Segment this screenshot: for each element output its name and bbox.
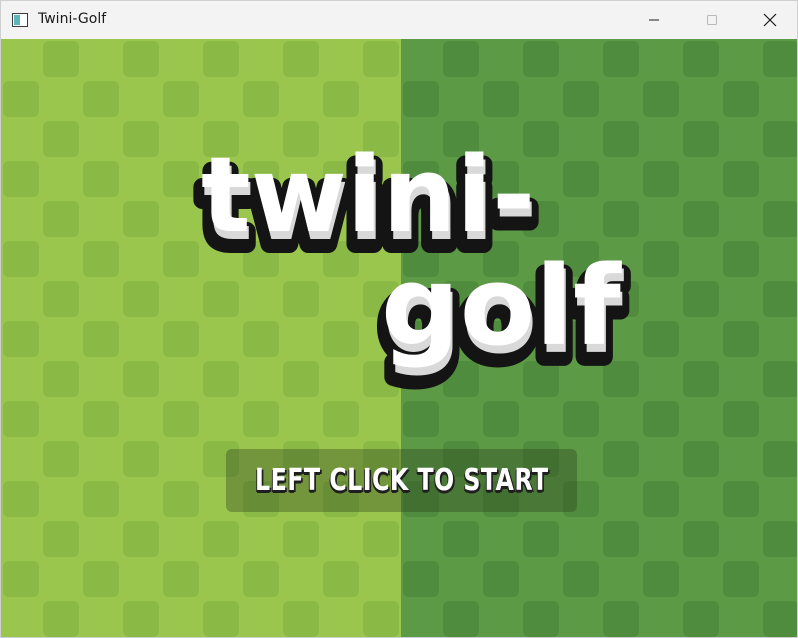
start-prompt: LEFT CLICK TO START [254, 463, 549, 498]
app-icon [12, 12, 28, 27]
maximize-icon [707, 15, 717, 25]
game-canvas[interactable]: twini- twini- twini- golf golf golf LEFT… [1, 39, 797, 637]
minimize-icon [649, 19, 659, 21]
logo-line2: golf [381, 242, 622, 370]
title-bar[interactable]: Twini-Golf [1, 1, 797, 39]
game-logo: twini- twini- twini- golf golf golf [192, 134, 631, 392]
close-icon [763, 13, 777, 27]
maximize-button[interactable] [683, 1, 741, 39]
app-window: Twini-Golf twini- twini- twini- golf gol… [0, 0, 798, 638]
logo-line1: twini- [201, 134, 535, 256]
close-button[interactable] [741, 1, 797, 39]
window-title: Twini-Golf [38, 11, 107, 27]
minimize-button[interactable] [625, 1, 683, 39]
start-prompt-panel[interactable]: LEFT CLICK TO START [226, 449, 577, 512]
